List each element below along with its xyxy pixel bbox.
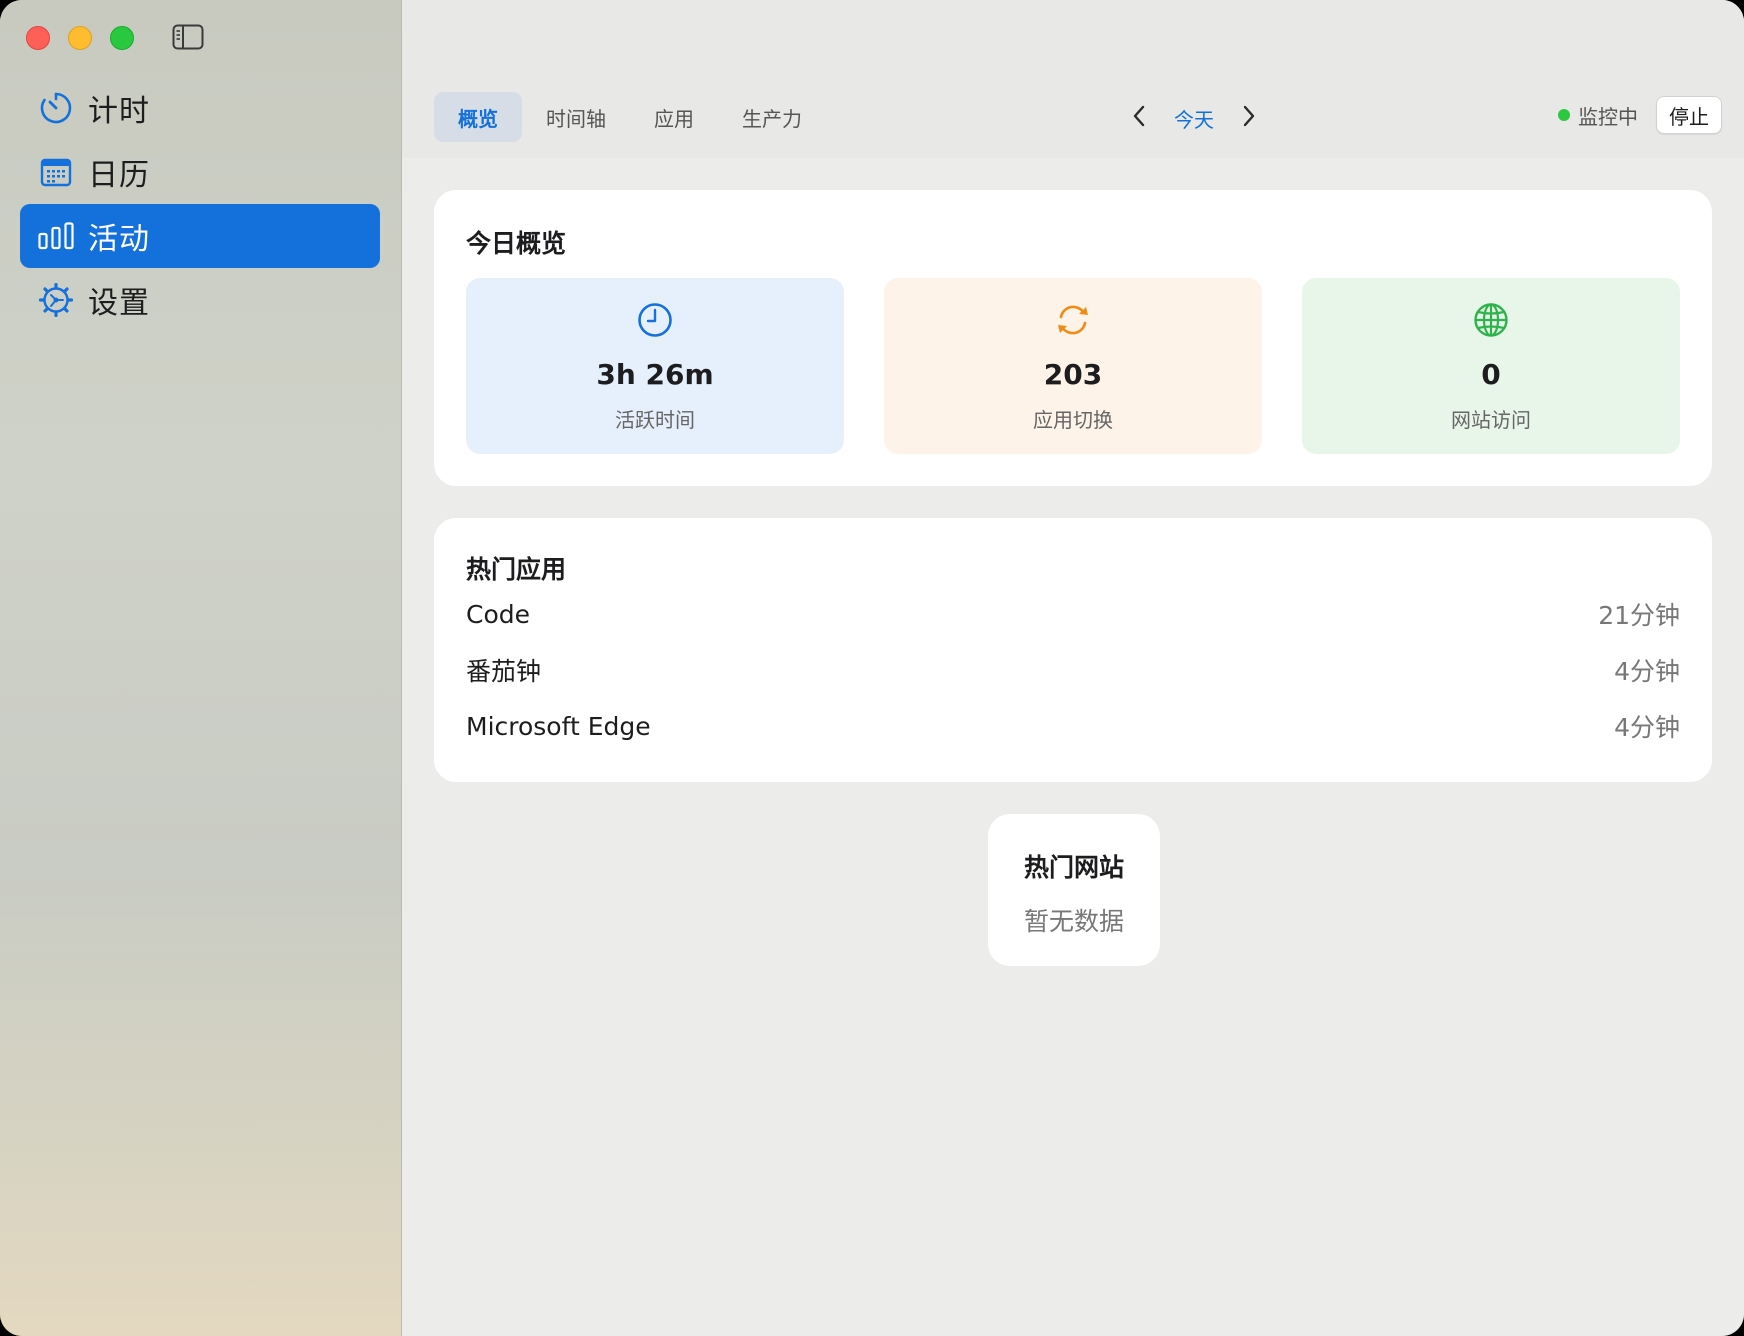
stop-button[interactable]: 停止 xyxy=(1656,96,1722,134)
app-name: Code xyxy=(466,599,531,629)
gear-icon xyxy=(38,282,74,318)
stat-label: 应用切换 xyxy=(1033,408,1113,432)
window-controls xyxy=(26,26,134,50)
app-row[interactable]: Microsoft Edge 4分钟 xyxy=(466,706,1680,746)
top-sites-card: 热门网站 暂无数据 xyxy=(988,814,1160,966)
status-dot-icon xyxy=(1558,109,1570,121)
sidebar-toggle-icon[interactable] xyxy=(172,24,204,50)
overview-title: 今日概览 xyxy=(466,229,567,258)
app-name: Microsoft Edge xyxy=(466,711,651,741)
main-content: 概览 时间轴 应用 生产力 今天 监控中 停止 今日概览 3h 26m 活跃时间… xyxy=(402,0,1744,1336)
app-duration: 21分钟 xyxy=(1598,601,1680,630)
stat-active-time: 3h 26m 活跃时间 xyxy=(466,278,844,454)
chevron-right-icon[interactable] xyxy=(1242,105,1256,131)
status-text: 监控中 xyxy=(1578,104,1638,129)
stat-label: 活跃时间 xyxy=(615,408,695,432)
app-duration: 4分钟 xyxy=(1614,657,1680,686)
sidebar-item-label: 设置 xyxy=(88,286,150,321)
tab-apps[interactable]: 应用 xyxy=(630,92,718,142)
top-apps-title: 热门应用 xyxy=(466,555,567,584)
app-row[interactable]: 番茄钟 4分钟 xyxy=(466,650,1680,690)
toolbar: 概览 时间轴 应用 生产力 今天 监控中 停止 xyxy=(402,0,1744,158)
top-sites-title: 热门网站 xyxy=(1023,853,1124,882)
stat-site-visits: 0 网站访问 xyxy=(1302,278,1680,454)
tab-timeline[interactable]: 时间轴 xyxy=(522,92,630,142)
top-apps-card: 热门应用 Code 21分钟 番茄钟 4分钟 Microsoft Edge 4分… xyxy=(434,518,1712,782)
stat-value: 0 xyxy=(1481,358,1501,391)
monitoring-status: 监控中 停止 xyxy=(1558,96,1722,134)
clock-icon xyxy=(466,302,844,338)
globe-icon xyxy=(1302,302,1680,338)
overview-card: 今日概览 3h 26m 活跃时间 203 应用切换 0 网站访问 xyxy=(434,190,1712,486)
tab-overview[interactable]: 概览 xyxy=(434,92,522,142)
app-row[interactable]: Code 21分钟 xyxy=(466,594,1680,634)
stat-value: 203 xyxy=(1043,358,1103,391)
sidebar-nav: 计时 日历 活动 设置 xyxy=(20,76,380,332)
date-today-button[interactable]: 今天 xyxy=(1174,104,1214,133)
sidebar-item-timer[interactable]: 计时 xyxy=(20,76,380,140)
stat-label: 网站访问 xyxy=(1451,408,1531,432)
date-navigator: 今天 xyxy=(1132,96,1256,140)
zoom-window-button[interactable] xyxy=(110,26,134,50)
empty-state-text: 暂无数据 xyxy=(1023,907,1124,936)
view-tabs: 概览 时间轴 应用 生产力 xyxy=(434,92,826,142)
chevron-left-icon[interactable] xyxy=(1132,105,1146,131)
tab-productivity[interactable]: 生产力 xyxy=(718,92,826,142)
sidebar-item-label: 活动 xyxy=(88,222,150,257)
sidebar-item-calendar[interactable]: 日历 xyxy=(20,140,380,204)
close-window-button[interactable] xyxy=(26,26,50,50)
sidebar: 计时 日历 活动 设置 xyxy=(0,0,402,1336)
sidebar-item-settings[interactable]: 设置 xyxy=(20,268,380,332)
timer-icon xyxy=(38,90,74,126)
app-window: 计时 日历 活动 设置 概览 时间轴 应用 生产力 今天 监控中 停止 今日概览… xyxy=(0,0,1744,1336)
sidebar-item-label: 日历 xyxy=(88,158,150,193)
stat-app-switches: 203 应用切换 xyxy=(884,278,1262,454)
stat-value: 3h 26m xyxy=(596,358,714,391)
sidebar-item-activity[interactable]: 活动 xyxy=(20,204,380,268)
refresh-icon xyxy=(884,302,1262,338)
app-name: 番茄钟 xyxy=(466,657,542,686)
calendar-icon xyxy=(38,154,74,190)
sidebar-item-label: 计时 xyxy=(88,94,150,129)
app-duration: 4分钟 xyxy=(1614,713,1680,742)
chart-bar-icon xyxy=(38,218,74,254)
minimize-window-button[interactable] xyxy=(68,26,92,50)
